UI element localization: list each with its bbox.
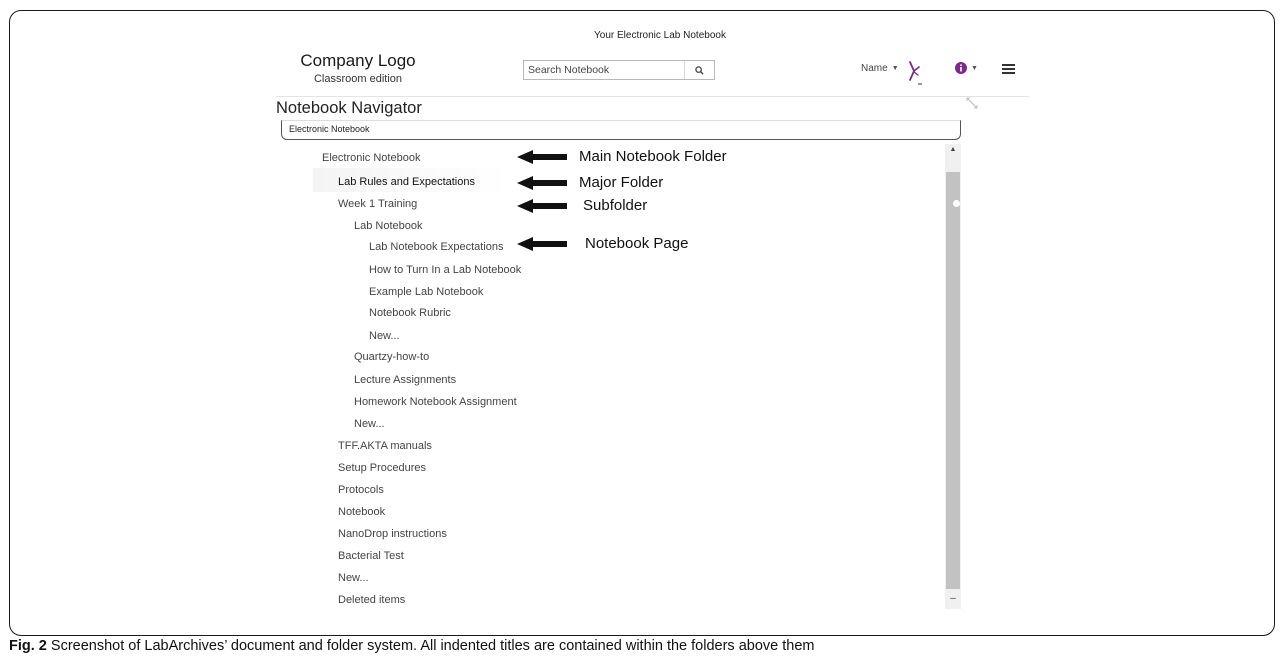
arrow-left-icon [517,198,567,213]
breadcrumb[interactable]: Electronic Notebook [281,120,961,140]
annotation-subfolder: Subfolder [517,197,647,214]
annotation-label: Main Notebook Folder [579,148,727,165]
chevron-down-icon: ▼ [891,65,899,72]
resize-icon[interactable] [965,96,979,110]
annotation-main-folder: Main Notebook Folder [517,148,727,165]
caption-label: Fig. 2 [9,638,47,654]
tree-item-lab-rules[interactable]: Lab Rules and Expectations [338,175,475,189]
company-logo[interactable]: Company Logo Classroom edition [288,51,428,85]
info-menu[interactable]: ▼ [955,62,978,74]
arrow-left-icon [517,149,567,164]
search-button[interactable] [684,61,714,79]
tree-item-nanodrop[interactable]: NanoDrop instructions [338,527,447,541]
annotation-label: Subfolder [583,197,648,214]
tree-scrollbar[interactable]: ▲ – [945,144,961,609]
tree-item-new[interactable]: New... [369,329,400,343]
logo-company-text: Company Logo [300,51,416,70]
screenshot-frame [9,10,1275,636]
tree-item-example-lab-notebook[interactable]: Example Lab Notebook [369,285,483,299]
search-icon [695,65,704,75]
tree-item-setup-procedures[interactable]: Setup Procedures [338,461,426,475]
header-divider [276,96,1029,97]
annotation-notebook-page: Notebook Page [517,235,688,252]
tree-item-week1-training[interactable]: Week 1 Training [338,197,417,211]
tree-item-how-to-turn-in[interactable]: How to Turn In a Lab Notebook [369,263,521,277]
figure-caption: Fig. 2 Screenshot of LabArchives’ docume… [9,638,814,654]
search-input[interactable] [524,61,684,79]
chevron-down-icon: ▼ [971,64,978,72]
arrow-left-icon [517,236,567,251]
app-title: Your Electronic Lab Notebook [594,30,726,41]
tree-item-lecture-assignments[interactable]: Lecture Assignments [354,373,456,387]
annotation-major-folder: Major Folder [517,174,663,191]
tree-item-bacterial-test[interactable]: Bacterial Test [338,549,404,563]
tree-item-homework-notebook[interactable]: Homework Notebook Assignment [354,395,517,409]
tree-item-lab-notebook[interactable]: Lab Notebook [354,219,423,233]
caption-text: Screenshot of LabArchives’ document and … [46,638,815,654]
user-name-label: Name [861,63,888,74]
tree-item-notebook-rubric[interactable]: Notebook Rubric [369,306,451,320]
scroll-up-icon[interactable]: ▲ [945,144,961,156]
tree-item-lab-notebook-expectations[interactable]: Lab Notebook Expectations [369,240,504,254]
annotation-label: Notebook Page [585,235,689,252]
tree-item-new[interactable]: New... [338,571,369,585]
scroll-down-icon[interactable]: – [945,589,961,609]
tree-item-tff-akta[interactable]: TFF.AKTA manuals [338,439,432,453]
user-menu[interactable]: Name ▼ [861,63,899,74]
tree-item-electronic-notebook[interactable]: Electronic Notebook [322,151,420,165]
menu-icon[interactable] [1002,64,1015,74]
scroll-indicator-dot [953,200,960,207]
annotation-label: Major Folder [579,174,664,191]
tree-item-new[interactable]: New... [354,417,385,431]
tree-item-protocols[interactable]: Protocols [338,483,384,497]
tree-item-notebook[interactable]: Notebook [338,505,385,519]
tree-item-quartzy[interactable]: Quartzy-how-to [354,350,429,364]
sign-language-icon[interactable] [904,58,924,86]
arrow-left-icon [517,175,567,190]
search-box [523,60,715,80]
info-icon [955,62,967,74]
scrollbar-thumb[interactable] [946,172,960,589]
logo-edition-text: Classroom edition [313,73,403,85]
navigator-title: Notebook Navigator [276,99,422,117]
tree-item-deleted-items[interactable]: Deleted items [338,593,405,607]
